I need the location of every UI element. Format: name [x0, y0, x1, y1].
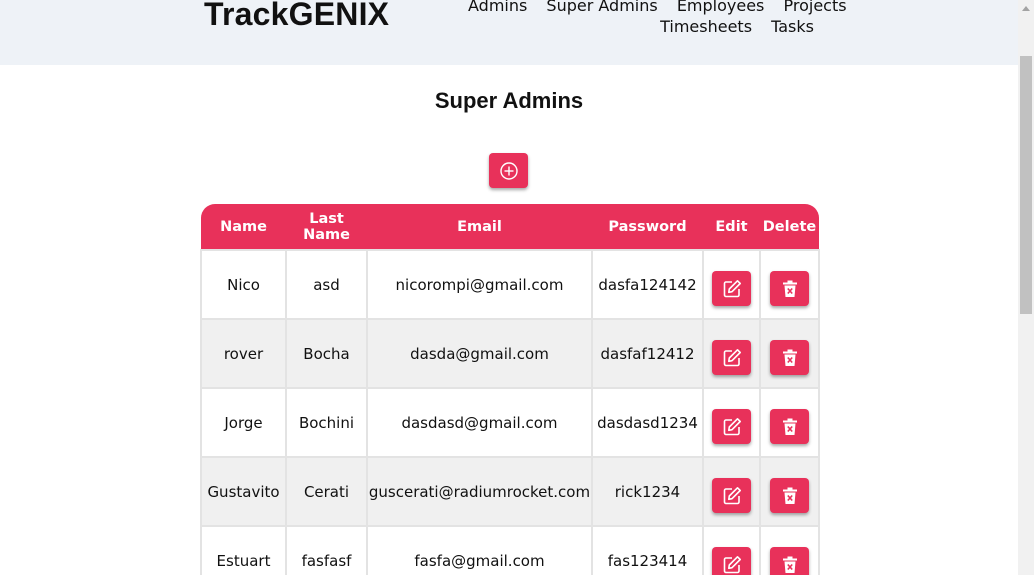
super-admins-table: Name Last Name Email Password Edit Delet…	[200, 204, 820, 575]
main-nav: Admins Super Admins Employees Projects T…	[454, 0, 847, 37]
cell-delete	[759, 456, 820, 527]
top-header: TrackGENIX Admins Super Admins Employees…	[0, 0, 1018, 65]
cell-last-name: Cerati	[285, 456, 368, 527]
nav-admins[interactable]: Admins	[468, 0, 527, 16]
col-header-name: Name	[220, 218, 267, 235]
delete-button[interactable]	[770, 409, 809, 444]
col-header-email: Email	[457, 218, 502, 235]
col-header-delete: Delete	[762, 218, 817, 235]
cell-last-name: fasfasf	[285, 525, 368, 575]
cell-delete	[759, 525, 820, 575]
nav-projects[interactable]: Projects	[783, 0, 846, 16]
table-row: Gustavito Cerati guscerati@radiumrocket.co…	[200, 456, 820, 527]
cell-edit	[702, 456, 761, 527]
cell-name: rover	[200, 318, 287, 389]
edit-button[interactable]	[712, 340, 751, 375]
vertical-scrollbar[interactable]	[1018, 0, 1034, 575]
col-header-edit: Edit	[715, 218, 748, 235]
cell-email: dasda@gmail.com	[366, 318, 593, 389]
scroll-up-arrow-icon[interactable]	[1018, 0, 1034, 16]
nav-timesheets[interactable]: Timesheets	[660, 16, 752, 37]
edit-button[interactable]	[712, 478, 751, 513]
page-title: Super Admins	[434, 88, 584, 113]
add-super-admin-button[interactable]	[489, 153, 528, 188]
cell-email: dasdasd@gmail.com	[366, 387, 593, 458]
cell-email: fasfa@gmail.com	[366, 525, 593, 575]
cell-last-name: asd	[285, 249, 368, 320]
table-header-row: Name Last Name Email Password Edit Delet…	[201, 204, 819, 250]
table-row: rover Bocha dasda@gmail.com dasfaf12412	[200, 318, 820, 389]
scroll-thumb[interactable]	[1020, 56, 1032, 314]
cell-password: dasfa124142	[591, 249, 704, 320]
delete-button[interactable]	[770, 547, 809, 575]
cell-last-name: Bocha	[285, 318, 368, 389]
cell-edit	[702, 318, 761, 389]
cell-name: Estuart	[200, 525, 287, 575]
edit-button[interactable]	[712, 547, 751, 575]
cell-delete	[759, 249, 820, 320]
cell-name: Nico	[200, 249, 287, 320]
edit-button[interactable]	[712, 409, 751, 444]
table-row: Nico asd nicorompi@gmail.com dasfa124142	[200, 249, 820, 320]
nav-super-admins[interactable]: Super Admins	[546, 0, 657, 16]
col-header-last-name: Last Name	[303, 210, 350, 243]
cell-last-name: Bochini	[285, 387, 368, 458]
cell-name: Jorge	[200, 387, 287, 458]
cell-password: rick1234	[591, 456, 704, 527]
col-header-password: Password	[608, 218, 687, 235]
table-row: Estuart fasfasf fasfa@gmail.com fas123414	[200, 525, 820, 575]
edit-button[interactable]	[712, 271, 751, 306]
delete-button[interactable]	[770, 340, 809, 375]
cell-password: dasfaf12412	[591, 318, 704, 389]
cell-delete	[759, 387, 820, 458]
cell-edit	[702, 525, 761, 575]
cell-password: dasdasd1234	[591, 387, 704, 458]
cell-name: Gustavito	[200, 456, 287, 527]
delete-button[interactable]	[770, 271, 809, 306]
cell-delete	[759, 318, 820, 389]
nav-tasks[interactable]: Tasks	[771, 16, 814, 37]
cell-edit	[702, 387, 761, 458]
cell-email: nicorompi@gmail.com	[366, 249, 593, 320]
delete-button[interactable]	[770, 478, 809, 513]
plus-circle-icon	[499, 161, 518, 180]
cell-edit	[702, 249, 761, 320]
brand-logo[interactable]: TrackGENIX	[204, 0, 389, 33]
nav-employees[interactable]: Employees	[677, 0, 765, 16]
table-row: Jorge Bochini dasdasd@gmail.com dasdasd1234	[200, 387, 820, 458]
cell-password: fas123414	[591, 525, 704, 575]
cell-email: guscerati@radiumrocket.com	[366, 456, 593, 527]
